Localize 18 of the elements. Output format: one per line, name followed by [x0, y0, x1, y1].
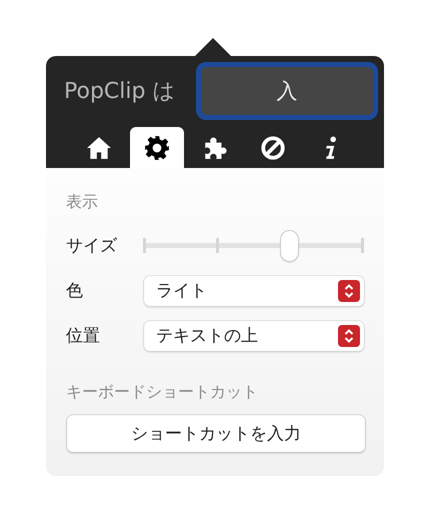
section-heading: キーボードショートカット — [66, 382, 259, 403]
header-label: PopClip は — [64, 78, 176, 106]
stepper-icon — [338, 324, 360, 346]
stepper-icon — [338, 280, 360, 302]
prohibited-icon — [260, 134, 286, 160]
toggle-button[interactable]: 入 — [196, 62, 378, 120]
field-label: 色 — [66, 280, 84, 302]
section-heading: 表示 — [66, 192, 99, 213]
home-icon — [86, 134, 112, 160]
tab[interactable] — [130, 127, 184, 168]
field-label: 位置 — [66, 325, 101, 347]
size-slider[interactable] — [144, 230, 362, 260]
field-label: サイズ — [66, 235, 118, 257]
shortcut-button[interactable]: ショートカットを入力 — [67, 415, 365, 452]
slider-thumb[interactable] — [281, 230, 298, 260]
popup-menu[interactable]: テキストの上 — [144, 320, 364, 350]
popup-menu[interactable]: ライト — [144, 276, 364, 306]
gear-icon — [144, 134, 170, 160]
